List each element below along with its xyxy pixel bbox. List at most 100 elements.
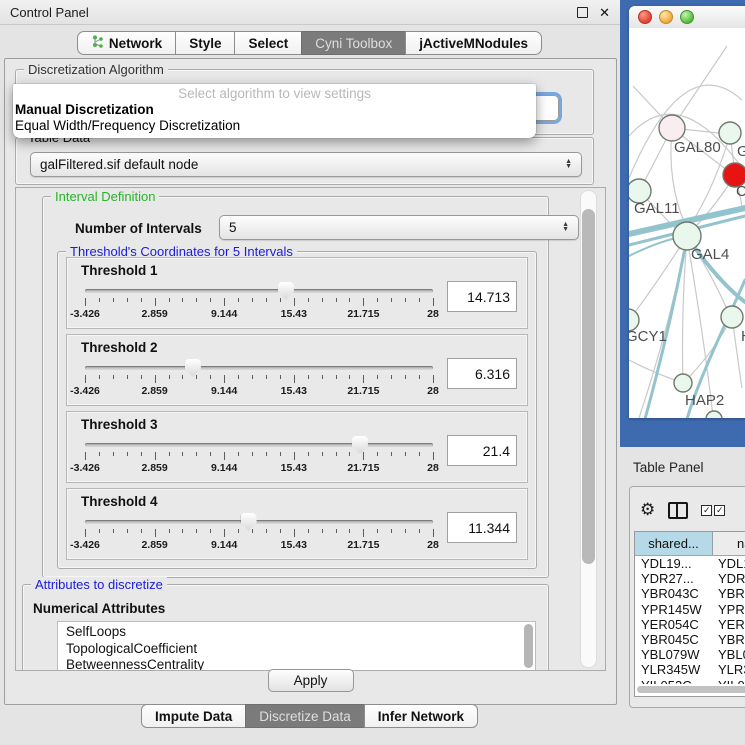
close-traffic-light-icon[interactable] [638, 10, 652, 24]
checkbox-icon [714, 505, 725, 516]
algorithm-option-manual-discretization[interactable]: Manual Discretization [13, 102, 536, 118]
tab-label: Select [248, 36, 288, 51]
network-window-titlebar [629, 6, 745, 29]
minimize-traffic-light-icon[interactable] [659, 10, 673, 24]
slider-track[interactable] [85, 520, 433, 524]
cell-shared-name: YPR145W [635, 602, 712, 617]
table-row[interactable]: YDL19...YDL1 [635, 556, 745, 571]
tab-style[interactable]: Style [175, 31, 235, 55]
algorithm-option-equal-width-frequency-discretization[interactable]: Equal Width/Frequency Discretization [13, 118, 536, 134]
table-row[interactable]: YBL079WYBL0 [635, 647, 745, 662]
threshold-label: Threshold 3 [67, 412, 527, 432]
tab-network[interactable]: Network [77, 31, 176, 55]
control-panel-titlebar: Control Panel ✕ [0, 0, 620, 25]
numerical-attributes-list[interactable]: SelfLoopsTopologicalCoefficientBetweenne… [57, 621, 536, 671]
threshold-slider[interactable]: -3.4262.8599.14415.4321.71528 [85, 432, 433, 478]
threshold-panel: Threshold 1-3.4262.8599.14415.4321.71528… [66, 257, 528, 329]
attributes-group-title: Attributes to discretize [31, 577, 167, 592]
float-window-icon[interactable] [577, 7, 588, 18]
table-data-combobox[interactable]: galFiltered.sif default node ▲▼ [30, 152, 582, 177]
algorithm-placeholder-item[interactable]: Select algorithm to view settings [13, 86, 536, 102]
panel-title: Control Panel [10, 5, 89, 20]
bottom-tab-bar: Impute Data Discretize Data Infer Network [0, 704, 620, 728]
threshold-value-field[interactable]: 11.344 [447, 512, 517, 543]
thresholds-list: Threshold 1-3.4262.8599.14415.4321.71528… [58, 257, 536, 560]
network-node-g[interactable] [719, 122, 741, 144]
slider-track[interactable] [85, 366, 433, 370]
network-node-hap2[interactable] [674, 374, 692, 392]
select-columns-checkbox-icons[interactable] [701, 505, 725, 516]
cell-name: YIL0 [712, 678, 745, 684]
apply-row: Apply [5, 669, 616, 692]
table-row[interactable]: YER054CYER0 [635, 617, 745, 632]
gear-icon[interactable] [640, 500, 655, 520]
network-window-frame: GAL80GCGAL11GAL4GCY1HHAP2 [620, 0, 745, 447]
table-row[interactable]: YBR043CYBR0 [635, 586, 745, 601]
number-of-intervals-combobox[interactable]: 5 ▲▼ [219, 215, 579, 240]
zoom-traffic-light-icon[interactable] [680, 10, 694, 24]
tab-impute-data[interactable]: Impute Data [141, 704, 246, 728]
slider-ticks [85, 374, 433, 383]
interval-definition-group: Interval Definition Number of Intervals … [42, 196, 549, 578]
network-canvas[interactable]: GAL80GCGAL11GAL4GCY1HHAP2 [629, 28, 745, 418]
slider-scale-labels: -3.4262.8599.14415.4321.71528 [85, 308, 433, 321]
column-header-name[interactable]: na [713, 532, 745, 555]
attribute-item[interactable]: TopologicalCoefficient [66, 641, 535, 658]
cell-shared-name: YBL079W [635, 647, 712, 662]
threshold-label: Threshold 4 [67, 489, 527, 509]
threshold-slider[interactable]: -3.4262.8599.14415.4321.71528 [85, 278, 433, 324]
columns-icon[interactable] [668, 502, 688, 519]
number-of-intervals-value: 5 [229, 220, 237, 235]
cell-name: YDL1 [712, 556, 745, 571]
table-row[interactable]: YBR045CYBR0 [635, 632, 745, 647]
threshold-slider[interactable]: -3.4262.8599.14415.4321.71528 [85, 509, 433, 555]
list-scrollbar-thumb[interactable] [524, 624, 533, 668]
attribute-item[interactable]: SelfLoops [66, 624, 535, 641]
table-row[interactable]: YLR345WYLR3 [635, 662, 745, 677]
cell-name: YDR2 [712, 571, 745, 586]
combobox-stepper-icon: ▲▼ [565, 160, 572, 169]
network-node-gal80[interactable] [659, 115, 685, 141]
table-panel-title: Table Panel [633, 460, 704, 475]
tab-cyni-toolbox[interactable]: Cyni Toolbox [301, 31, 406, 55]
control-panel: Control Panel ✕ Network Style Select Cyni T… [0, 0, 620, 745]
node-label: C [736, 183, 745, 200]
scrollpane-scrollbar[interactable] [580, 190, 597, 668]
tab-infer-network[interactable]: Infer Network [364, 704, 478, 728]
tab-jactivemnodules[interactable]: jActiveMNodules [405, 31, 542, 55]
network-node-h[interactable] [721, 306, 743, 328]
cell-shared-name: YLR345W [635, 662, 712, 677]
threshold-slider[interactable]: -3.4262.8599.14415.4321.71528 [85, 355, 433, 401]
cell-name: YBR0 [712, 586, 745, 601]
slider-track[interactable] [85, 443, 433, 447]
slider-track[interactable] [85, 289, 433, 293]
threshold-value-field[interactable]: 21.4 [447, 435, 517, 466]
column-header-shared-name[interactable]: shared... [635, 532, 713, 555]
tab-label: Discretize Data [259, 709, 351, 724]
combobox-stepper-icon: ▲▼ [562, 223, 569, 232]
cyni-toolbox-content: Discretization Algorithm Table Data galF… [4, 58, 617, 705]
discretization-group-title: Discretization Algorithm [24, 62, 168, 77]
apply-button[interactable]: Apply [268, 669, 354, 692]
settings-scrollpane: Interval Definition Number of Intervals … [15, 187, 606, 671]
table-data-combobox-value: galFiltered.sif default node [40, 157, 198, 172]
table-row[interactable]: YDR27...YDR2 [635, 571, 745, 586]
slider-ticks [85, 297, 433, 306]
cell-shared-name: YBR045C [635, 632, 712, 647]
tab-discretize-data[interactable]: Discretize Data [245, 704, 365, 728]
cell-name: YPR1 [712, 602, 745, 617]
threshold-value-field[interactable]: 6.316 [447, 358, 517, 389]
cell-shared-name: YIL052C [635, 678, 712, 684]
scrollbar-thumb[interactable] [582, 209, 595, 564]
table-row[interactable]: YIL052CYIL0 [635, 678, 745, 685]
network-node[interactable] [706, 411, 722, 418]
tab-label: Style [189, 36, 221, 51]
attributes-group: Attributes to discretize Numerical Attri… [22, 584, 549, 671]
threshold-panel: Threshold 3-3.4262.8599.14415.4321.71528… [66, 411, 528, 483]
table-row[interactable]: YPR145WYPR1 [635, 602, 745, 617]
threshold-value-field[interactable]: 14.713 [447, 281, 517, 312]
tab-select[interactable]: Select [234, 31, 302, 55]
titlebar-buttons: ✕ [577, 6, 610, 19]
table-horizontal-scrollbar[interactable] [637, 686, 745, 693]
close-icon[interactable]: ✕ [599, 6, 610, 19]
